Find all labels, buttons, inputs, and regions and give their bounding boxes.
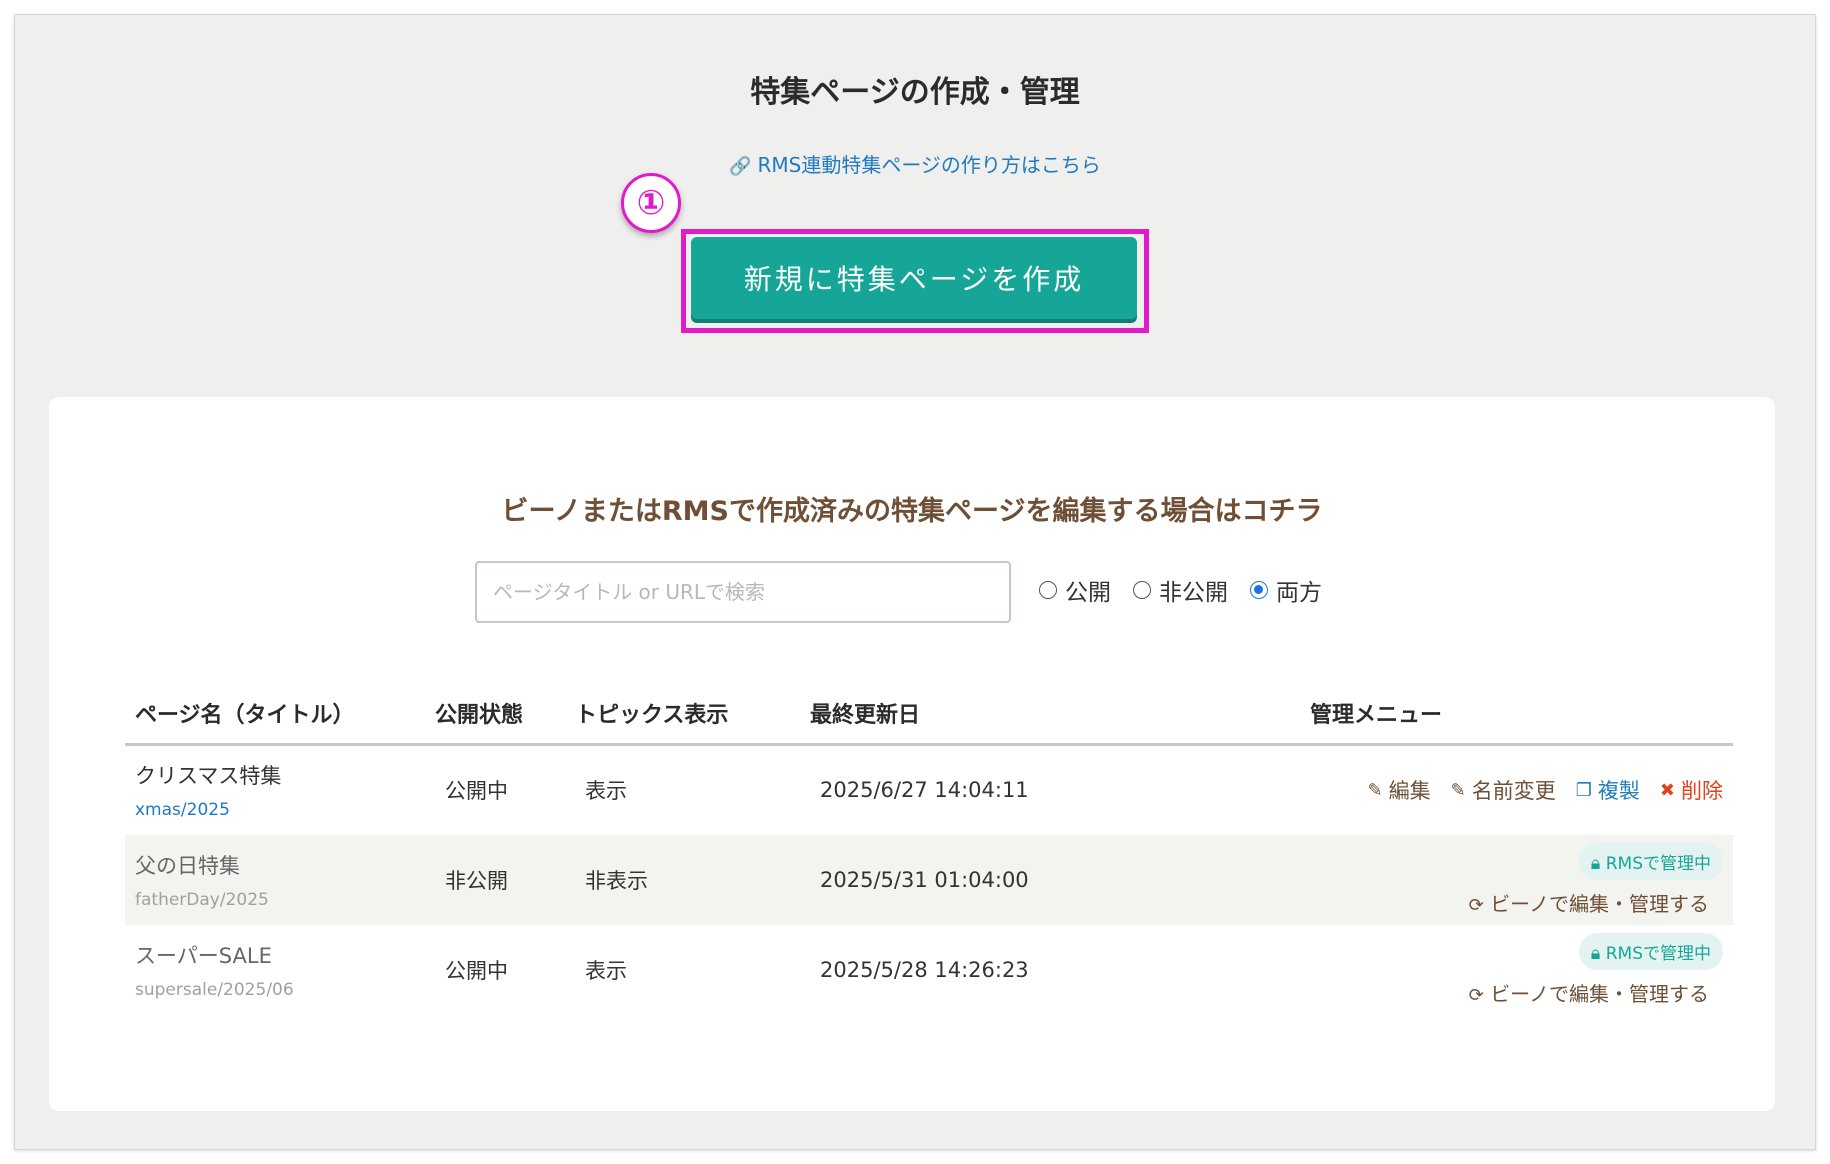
status-cell: 公開中 <box>445 779 508 804</box>
status-cell: 公開中 <box>445 958 508 983</box>
topics-cell: 非表示 <box>575 834 810 925</box>
menu-cell: ✎ 編集 ✎ 名前変更 ❐ 複製 ✖ 削除 <box>1310 745 1733 835</box>
menu-cell: 🔒︎ RMSで管理中 ⟳ ビーノで編集・管理する <box>1310 834 1733 925</box>
page-name: スーパーSALE <box>135 943 272 968</box>
visibility-filter: 公開 非公開 両方 <box>1039 573 1322 607</box>
updated-cell: 2025/5/28 14:26:23 <box>820 957 1029 982</box>
rms-managed-label: RMSで管理中 <box>1605 853 1711 874</box>
topics-cell: 表示 <box>585 779 627 804</box>
topics-cell: 表示 <box>585 958 627 983</box>
filter-public-label: 公開 <box>1065 580 1111 606</box>
copy-icon: ❐ <box>1575 779 1592 801</box>
page-url: fatherDay/2025 <box>135 889 269 910</box>
close-icon: ✖ <box>1659 779 1675 801</box>
updated-cell: 2025/5/31 01:04:00 <box>810 834 1310 925</box>
column-header-menu: 管理メニュー <box>1310 697 1733 746</box>
page-url-link[interactable]: xmas/2025 <box>135 800 435 820</box>
rename-label: 名前変更 <box>1471 779 1556 804</box>
duplicate-button[interactable]: ❐ 複製 <box>1576 775 1640 805</box>
rms-help-link-label: RMS連動特集ページの作り方はこちら <box>757 153 1101 177</box>
lock-icon: 🔒︎ <box>1590 942 1601 964</box>
lock-icon: 🔒︎ <box>1590 852 1601 874</box>
radio-circle-selected <box>1250 581 1268 599</box>
pencil-icon: ✎ <box>1367 779 1383 801</box>
filter-both-label: 両方 <box>1276 580 1322 606</box>
table-row: クリスマス特集 xmas/2025 公開中 表示 2025/6/27 14:04… <box>125 745 1733 835</box>
filter-public-radio[interactable]: 公開 <box>1039 573 1111 607</box>
column-header-name: ページ名（タイトル） <box>125 697 435 746</box>
page-url: supersale/2025/06 <box>135 979 294 1000</box>
refresh-icon: ⟳ <box>1468 984 1484 1006</box>
page-name: クリスマス特集 <box>135 764 282 789</box>
filter-both-radio[interactable]: 両方 <box>1250 573 1322 607</box>
table-header-row: ページ名（タイトル） 公開状態 トピックス表示 最終更新日 管理メニュー <box>125 697 1733 746</box>
row-actions: ✎ 編集 ✎ 名前変更 ❐ 複製 ✖ 削除 <box>1310 775 1723 805</box>
filter-private-radio[interactable]: 非公開 <box>1133 573 1228 607</box>
manage-in-bino-label: ビーノで編集・管理する <box>1490 981 1709 1006</box>
column-header-updated: 最終更新日 <box>810 697 1310 746</box>
pages-table: ページ名（タイトル） 公開状態 トピックス表示 最終更新日 管理メニュー クリス… <box>125 697 1733 1015</box>
link-icon: 🔗 <box>729 156 752 177</box>
page-name-cell: スーパーSALE supersale/2025/06 <box>125 925 435 1015</box>
edit-button[interactable]: ✎ 編集 <box>1368 775 1431 805</box>
rms-help-link[interactable]: 🔗 RMS連動特集ページの作り方はこちら <box>15 149 1815 178</box>
edit-section-heading: ビーノまたはRMSで作成済みの特集ページを編集する場合はコチラ <box>501 496 1323 527</box>
rename-button[interactable]: ✎ 名前変更 <box>1451 775 1556 805</box>
rms-managed-badge: 🔒︎ RMSで管理中 <box>1578 932 1723 970</box>
refresh-icon: ⟳ <box>1468 894 1484 916</box>
edit-label: 編集 <box>1388 779 1431 804</box>
rms-managed-badge: 🔒︎ RMSで管理中 <box>1578 842 1723 880</box>
updated-cell: 2025/6/27 14:04:11 <box>820 778 1029 803</box>
manage-in-bino-link[interactable]: ⟳ ビーノで編集・管理する <box>1310 888 1723 917</box>
app-frame: 特集ページの作成・管理 🔗 RMS連動特集ページの作り方はこちら ① 新規に特集ペ… <box>14 14 1816 1150</box>
page-name-cell: 父の日特集 fatherDay/2025 <box>125 834 435 925</box>
status-cell: 非公開 <box>435 834 575 925</box>
radio-circle <box>1039 581 1057 599</box>
step-marker-badge: ① <box>621 173 681 233</box>
page-name: 父の日特集 <box>135 853 240 878</box>
radio-circle <box>1133 581 1151 599</box>
page-title: 特集ページの作成・管理 <box>750 75 1080 110</box>
delete-button[interactable]: ✖ 削除 <box>1660 775 1723 805</box>
create-feature-page-button[interactable]: 新規に特集ページを作成 <box>691 237 1137 319</box>
table-row: 父の日特集 fatherDay/2025 非公開 非表示 2025/5/31 0… <box>125 834 1733 925</box>
menu-cell: 🔒︎ RMSで管理中 ⟳ ビーノで編集・管理する <box>1310 925 1733 1015</box>
manage-in-bino-label: ビーノで編集・管理する <box>1490 891 1709 916</box>
pencil-icon: ✎ <box>1450 779 1466 801</box>
column-header-topics: トピックス表示 <box>575 697 810 746</box>
filter-private-label: 非公開 <box>1159 580 1228 606</box>
delete-label: 削除 <box>1681 779 1723 804</box>
column-header-status: 公開状態 <box>435 697 575 746</box>
search-input[interactable] <box>475 561 1011 623</box>
page-name-cell: クリスマス特集 xmas/2025 <box>125 745 435 835</box>
duplicate-label: 複製 <box>1597 779 1640 804</box>
rms-managed-label: RMSで管理中 <box>1605 943 1711 964</box>
manage-in-bino-link[interactable]: ⟳ ビーノで編集・管理する <box>1310 978 1723 1007</box>
table-row: スーパーSALE supersale/2025/06 公開中 表示 2025/5… <box>125 925 1733 1015</box>
edit-existing-card: ビーノまたはRMSで作成済みの特集ページを編集する場合はコチラ 公開 非公開 両… <box>49 397 1775 1111</box>
